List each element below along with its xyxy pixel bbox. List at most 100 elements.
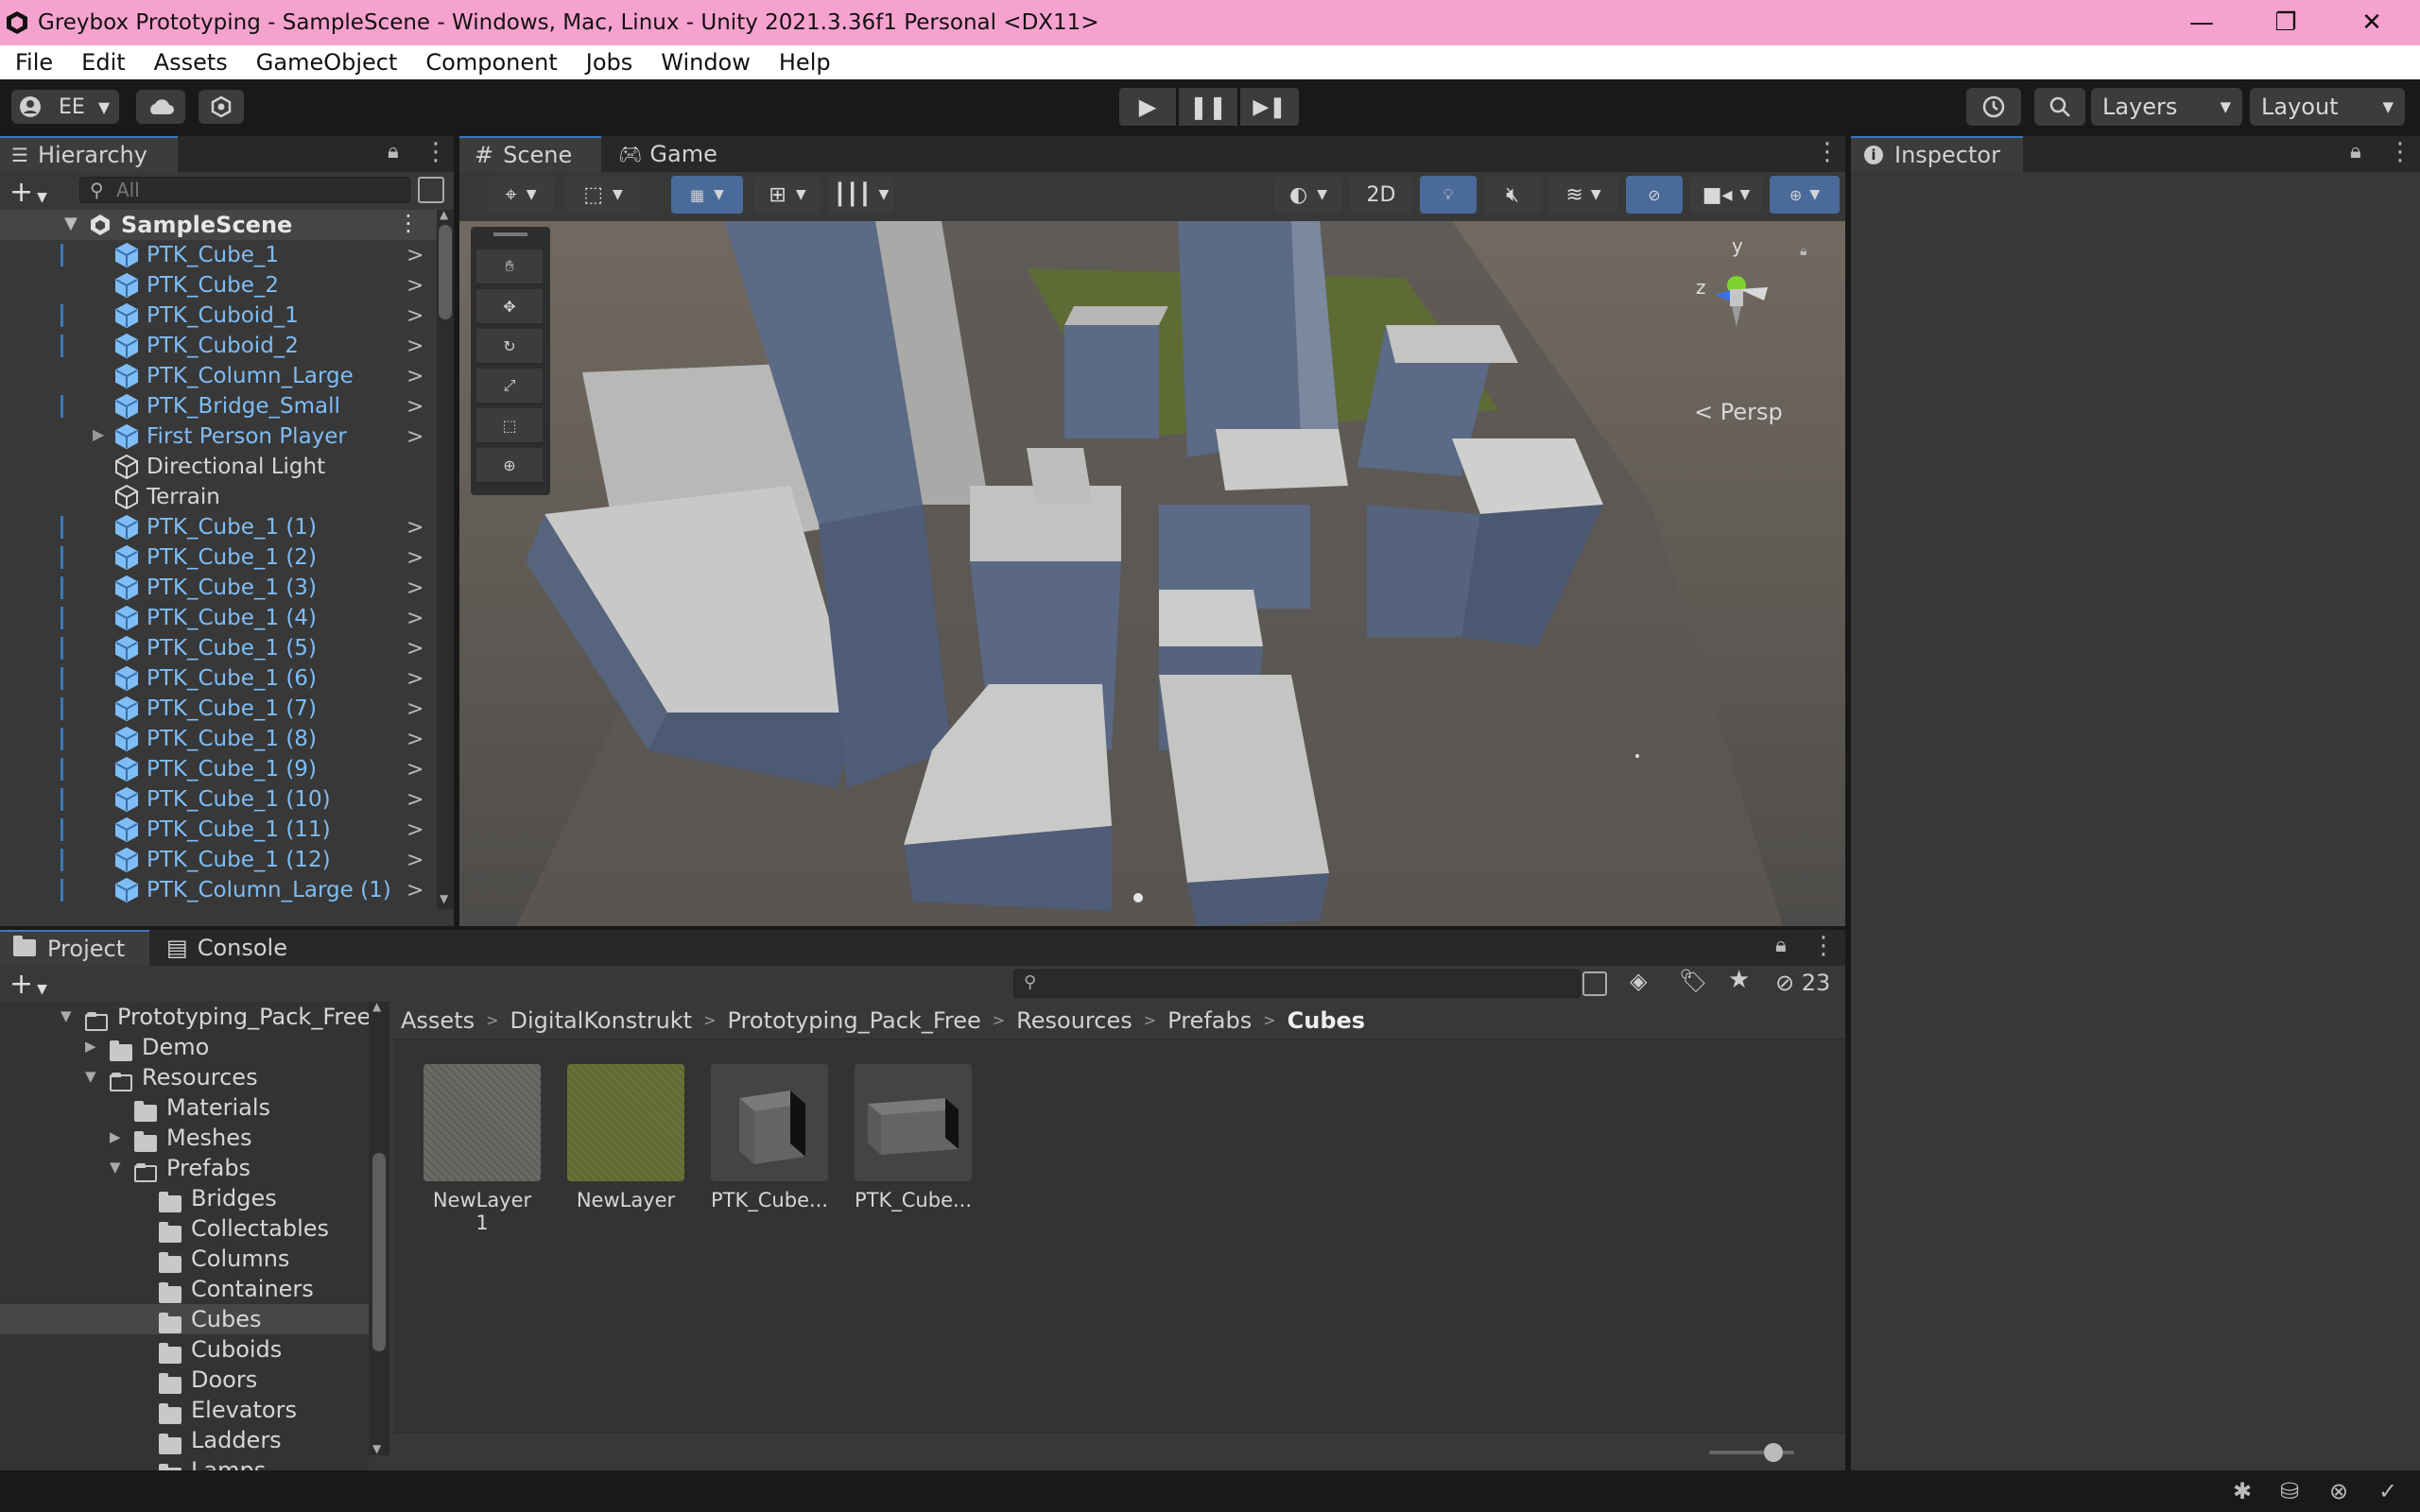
scrollbar-thumb[interactable] [439,225,452,319]
hierarchy-item[interactable]: Terrain [0,482,437,512]
maximize-button[interactable]: ❐ [2245,0,2326,45]
scroll-up-icon[interactable]: ▲ [440,208,448,221]
more-options-icon[interactable]: ⋮ [1815,138,1840,166]
grid-snap-toggle[interactable]: ▦ ▼ [671,176,743,214]
hierarchy-item[interactable]: PTK_Cube_1 (3) > [0,573,437,603]
open-prefab-chevron-icon[interactable]: > [406,425,424,449]
open-prefab-chevron-icon[interactable]: > [406,788,424,812]
hierarchy-item[interactable]: PTK_Column_Large (1) > [0,875,437,903]
folder-tree-item[interactable]: Containers [0,1274,369,1304]
hierarchy-item[interactable]: ▶ First Person Player > [0,421,437,452]
folder-tree-item[interactable]: ▶ Demo [0,1032,369,1062]
breadcrumb-assets[interactable]: Assets [401,1007,475,1034]
breadcrumb-digitalkonstrukt[interactable]: DigitalKonstrukt [510,1007,693,1034]
collab-button[interactable] [199,90,244,124]
scroll-down-icon[interactable]: ▼ [440,892,448,905]
rect-tool-button[interactable]: ⬚ [476,408,543,444]
pause-button[interactable]: ❚❚ [1179,88,1237,126]
collapse-arrow-icon[interactable]: ▼ [110,1159,121,1176]
camera-dropdown[interactable]: ■◂ ▼ [1690,176,1762,214]
more-options-icon[interactable]: ⋮ [424,138,448,166]
more-options-icon[interactable]: ⋮ [2388,138,2412,166]
search-scope-icon[interactable] [1582,971,1607,996]
lock-icon[interactable]: 🔒︎ [2350,140,2361,163]
tab-game[interactable]: 🎮︎ Game [618,136,751,172]
menu-help[interactable]: Help [764,49,844,76]
scrollbar-thumb[interactable] [372,1153,386,1351]
label-tag-icon[interactable]: 🏷︎ [1679,968,1707,994]
more-options-icon[interactable]: ⋮ [1811,932,1836,960]
hierarchy-item[interactable]: PTK_Cuboid_1 > [0,301,437,331]
gizmos-dropdown[interactable]: ⊕ ▼ [1770,176,1840,214]
layout-dropdown[interactable]: Layout ▼ [2250,88,2405,126]
open-prefab-chevron-icon[interactable]: > [406,697,424,721]
add-object-button[interactable]: + ▼ [9,176,47,209]
asset-item[interactable]: NewLayer [567,1064,684,1211]
folder-tree-item[interactable]: Materials [0,1092,369,1123]
hierarchy-scrollbar[interactable]: ▲ ▼ [437,208,454,909]
menu-window[interactable]: Window [646,49,764,76]
close-button[interactable]: ✕ [2331,0,2412,45]
hierarchy-item[interactable]: PTK_Cube_1 (12) > [0,845,437,875]
gizmo-tool-dropdown[interactable]: ⌖ ▼ [488,176,554,214]
breadcrumb-cubes[interactable]: Cubes [1288,1007,1365,1034]
filter-type-icon[interactable]: ◈ [1630,968,1647,994]
hierarchy-item[interactable]: PTK_Cube_1 (8) > [0,724,437,754]
gizmo-lock-icon[interactable]: 🔒︎ [1800,244,1806,259]
maximize-search-icon[interactable] [418,177,444,203]
step-button[interactable]: ▶❚ [1240,88,1299,126]
folder-tree-item[interactable]: ▶ Meshes [0,1123,369,1153]
folder-tree-item[interactable]: Columns [0,1244,369,1274]
network-icon[interactable]: ⊗ [2329,1478,2348,1504]
play-button[interactable]: ▶ [1119,88,1176,126]
open-prefab-chevron-icon[interactable]: > [406,879,424,902]
hierarchy-item[interactable]: PTK_Cube_1 (10) > [0,784,437,815]
layers-dropdown[interactable]: Layers ▼ [2091,88,2242,126]
increment-snap-dropdown[interactable]: ⊞ ▼ [754,176,821,214]
open-prefab-chevron-icon[interactable]: > [406,244,424,267]
hierarchy-item[interactable]: PTK_Column_Large > [0,361,437,391]
asset-item[interactable]: PTK_Cube... [855,1064,972,1211]
scene-viewport[interactable]: ✋︎ ✥ ↻ ⤢ ⬚ ⊕ y z 🔒︎ < Persp [459,221,1845,926]
shading-mode-dropdown[interactable]: ◐ ▼ [1274,176,1342,214]
hierarchy-item[interactable]: PTK_Cube_1 (6) > [0,663,437,694]
scene-menu-icon[interactable]: ⋮ [397,210,420,236]
perspective-toggle[interactable]: < Persp [1694,399,1783,425]
hierarchy-item[interactable]: PTK_Cube_1 (11) > [0,815,437,845]
open-prefab-chevron-icon[interactable]: > [406,516,424,540]
folder-tree-item[interactable]: Lamps [0,1455,369,1470]
folder-tree-item[interactable]: Ladders [0,1425,369,1455]
open-prefab-chevron-icon[interactable]: > [406,304,424,328]
open-prefab-chevron-icon[interactable]: > [406,365,424,388]
expand-arrow-icon[interactable]: ▶ [93,425,104,443]
create-asset-button[interactable]: + ▼ [9,968,47,1001]
transform-tool-button[interactable]: ⊕ [476,448,543,484]
open-prefab-chevron-icon[interactable]: > [406,818,424,842]
scene-row[interactable]: ▼ SampleScene ⋮ [0,210,437,240]
folder-tree-item[interactable]: Cubes [0,1304,369,1334]
hierarchy-item[interactable]: Directional Light [0,452,437,482]
breadcrumb-resources[interactable]: Resources [1016,1007,1132,1034]
open-prefab-chevron-icon[interactable]: > [406,274,424,298]
minimize-button[interactable]: — [2161,0,2242,45]
tab-project[interactable]: Project [0,930,149,966]
open-prefab-chevron-icon[interactable]: > [406,335,424,358]
project-search-input[interactable]: ⚲ [1013,970,1581,998]
undo-history-button[interactable] [1966,88,2021,126]
breadcrumb-prototyping-pack[interactable]: Prototyping_Pack_Free [728,1007,981,1034]
tab-console[interactable]: ▤ Console [166,930,308,966]
account-dropdown[interactable]: EE ▼ [11,90,119,124]
slider-thumb[interactable] [1764,1443,1783,1462]
hierarchy-item[interactable]: PTK_Bridge_Small > [0,391,437,421]
tab-inspector[interactable]: i Inspector [1851,136,2023,172]
scale-tool-button[interactable]: ⤢ [476,369,543,404]
hierarchy-item[interactable]: PTK_Cube_1 (4) > [0,603,437,633]
folder-tree-item[interactable]: Cuboids [0,1334,369,1365]
favorite-star-icon[interactable]: ★ [1728,966,1750,994]
effects-dropdown[interactable]: ≋ ▼ [1548,176,1618,214]
open-prefab-chevron-icon[interactable]: > [406,546,424,570]
scroll-up-icon[interactable]: ▲ [372,1000,381,1013]
lighting-toggle[interactable]: 💡︎ [1420,176,1477,214]
folder-tree-item[interactable]: Bridges [0,1183,369,1213]
open-prefab-chevron-icon[interactable]: > [406,607,424,630]
